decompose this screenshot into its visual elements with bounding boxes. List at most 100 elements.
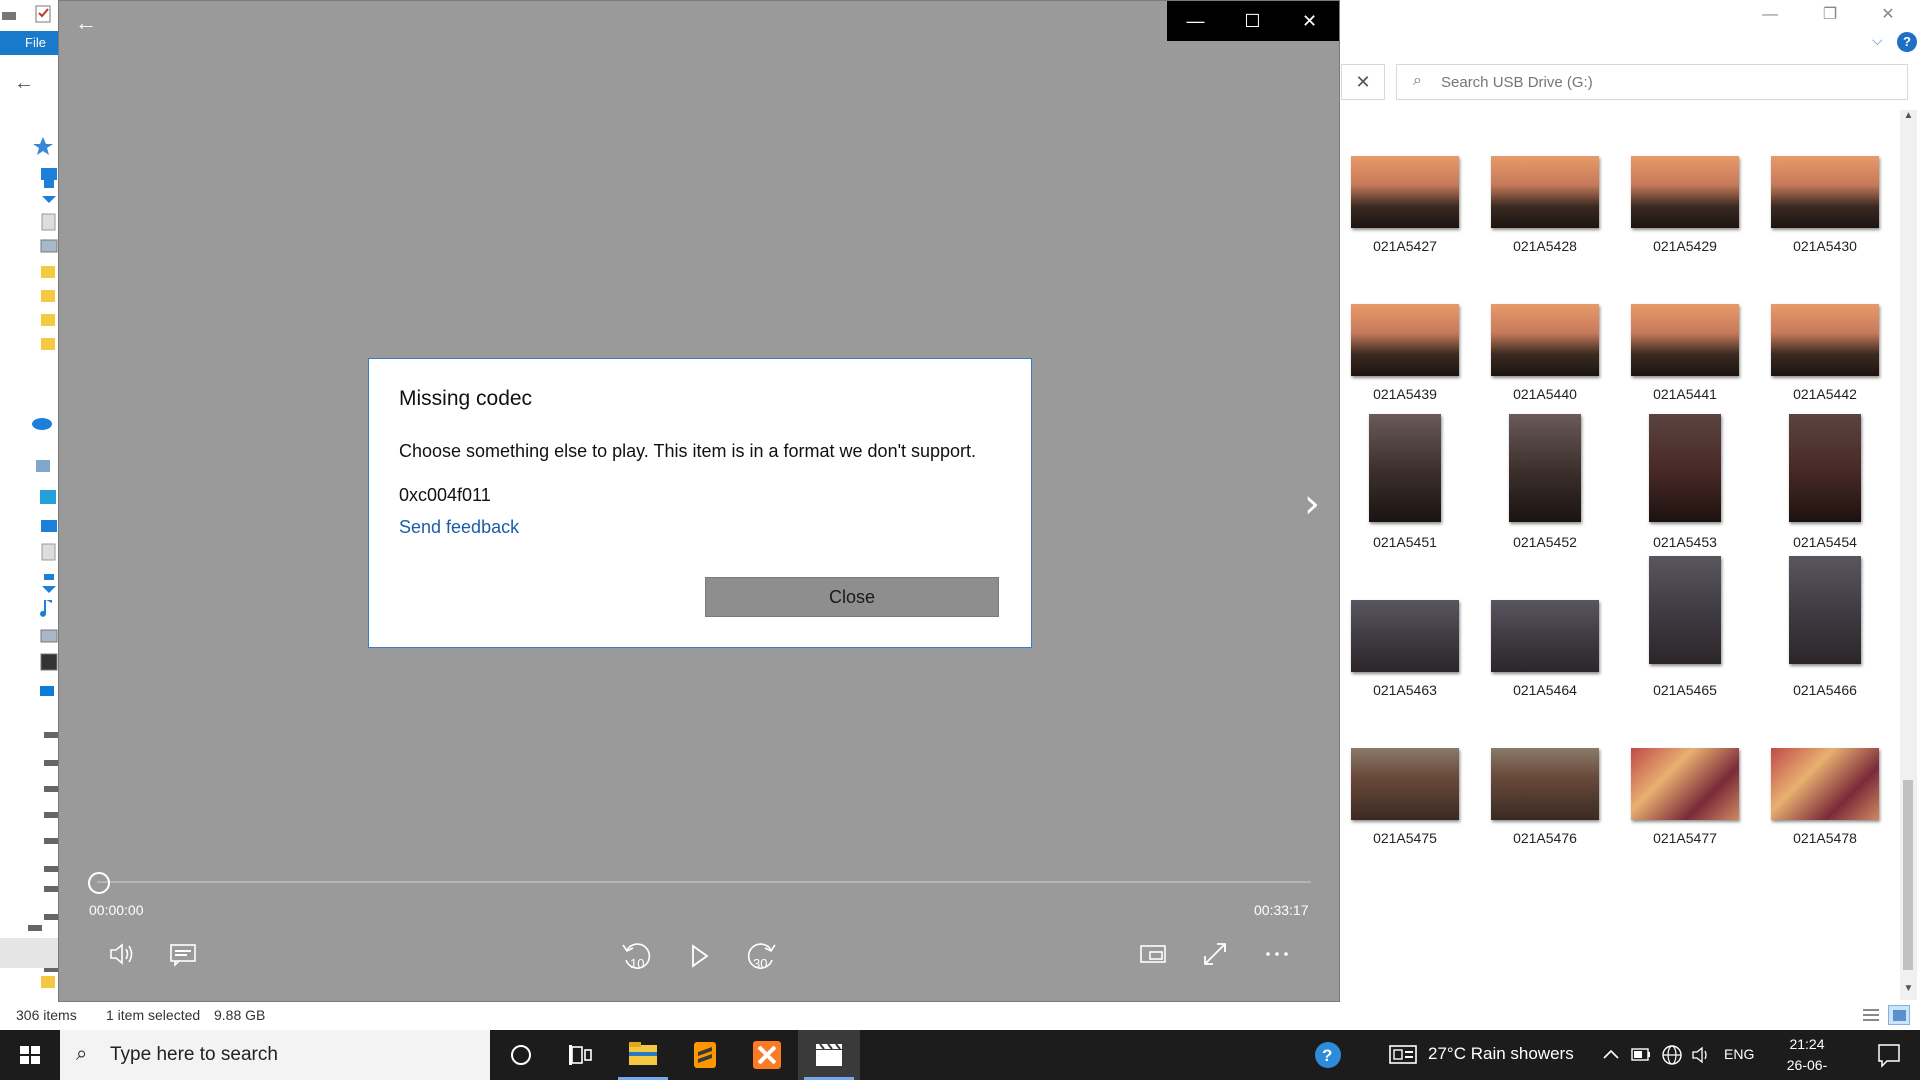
- status-bar: 306 items 1 item selected 9.88 GB: [0, 1003, 1920, 1027]
- volume-icon[interactable]: [103, 936, 139, 972]
- cortana-icon[interactable]: [490, 1030, 552, 1080]
- total-duration: 00:33:17: [1254, 902, 1309, 918]
- taskbar-clock[interactable]: 21:24 26-06-2021: [1772, 1034, 1842, 1080]
- navigation-pane[interactable]: [0, 130, 60, 1000]
- scrollbar-thumb[interactable]: [1903, 780, 1913, 970]
- thumbnail-image: [1369, 414, 1441, 522]
- large-icons-view-icon[interactable]: [1888, 1005, 1910, 1025]
- vertical-scrollbar[interactable]: ▲ ▼: [1900, 110, 1917, 1000]
- missing-codec-dialog: Missing codec Choose something else to p…: [368, 358, 1032, 648]
- thumbnail-caption: 021A5476: [1513, 830, 1577, 846]
- thumbnail-caption: 021A5454: [1793, 534, 1857, 550]
- thumbnail-caption: 021A5439: [1373, 386, 1437, 402]
- thumbnail-image: [1771, 748, 1879, 820]
- back-arrow-icon[interactable]: ←: [75, 10, 97, 36]
- thumbnail-caption: 021A5451: [1373, 534, 1437, 550]
- movies-tv-taskbar-icon[interactable]: [798, 1030, 860, 1080]
- weather-widget-icon[interactable]: [1386, 1030, 1420, 1080]
- movies-tv-player-window: ← — ☐ ✕ › Missing codec Choose something…: [58, 0, 1340, 1002]
- thumbnail-image: [1631, 304, 1739, 376]
- seek-bar[interactable]: [97, 881, 1311, 883]
- minimize-icon[interactable]: —: [1167, 1, 1224, 41]
- mini-view-icon[interactable]: [1135, 936, 1171, 972]
- network-globe-icon[interactable]: [1660, 1030, 1684, 1080]
- taskbar: ⌕ Type here to search ? 27°C Rain shower…: [0, 1030, 1920, 1080]
- thumbnail-image: [1631, 156, 1739, 228]
- close-icon[interactable]: ✕: [1281, 1, 1338, 41]
- thumbnail-caption: 021A5427: [1373, 238, 1437, 254]
- help-icon[interactable]: ?: [1300, 1030, 1356, 1080]
- xampp-icon[interactable]: [736, 1030, 798, 1080]
- task-view-icon[interactable]: [550, 1030, 612, 1080]
- fullscreen-icon[interactable]: [1197, 936, 1233, 972]
- taskbar-search-placeholder: Type here to search: [110, 1044, 278, 1065]
- skip-back-button[interactable]: 10: [617, 936, 657, 972]
- weather-text[interactable]: 27°C Rain showers: [1428, 1044, 1574, 1064]
- thumbnail-image: [1649, 414, 1721, 522]
- thumbnail-image: [1491, 304, 1599, 376]
- close-icon[interactable]: ✕: [1858, 0, 1918, 30]
- selection-info: 1 item selected: [106, 1007, 201, 1023]
- subtitles-icon[interactable]: [165, 936, 201, 972]
- search-icon: ⌕: [76, 1043, 88, 1065]
- search-box[interactable]: ⌕: [1396, 64, 1908, 100]
- thumbnail-caption: 021A5428: [1513, 238, 1577, 254]
- dialog-message: Choose something else to play. This item…: [399, 441, 977, 461]
- next-item-chevron-icon[interactable]: ›: [1304, 481, 1320, 527]
- play-icon[interactable]: [679, 936, 719, 972]
- file-explorer-taskbar-icon[interactable]: [612, 1030, 674, 1080]
- clock-time: 21:24: [1789, 1036, 1825, 1052]
- thumbnail-caption: 021A5463: [1373, 682, 1437, 698]
- clear-search-icon[interactable]: ✕: [1341, 64, 1385, 100]
- send-feedback-link[interactable]: Send feedback: [399, 517, 519, 538]
- thumbnail-caption: 021A5430: [1793, 238, 1857, 254]
- scroll-down-icon[interactable]: ▼: [1900, 983, 1917, 1000]
- thumbnail-caption: 021A5452: [1513, 534, 1577, 550]
- thumbnail-image: [1351, 304, 1459, 376]
- dialog-title: Missing codec: [399, 387, 533, 410]
- current-time: 00:00:00: [89, 902, 144, 918]
- scroll-up-icon[interactable]: ▲: [1900, 110, 1917, 127]
- thumbnail-image: [1491, 748, 1599, 820]
- more-options-icon[interactable]: [1259, 936, 1295, 972]
- back-arrow-icon[interactable]: ←: [14, 72, 34, 95]
- input-language[interactable]: ENG: [1724, 1046, 1754, 1062]
- chevron-up-icon[interactable]: [1600, 1030, 1622, 1080]
- battery-icon[interactable]: [1630, 1030, 1652, 1080]
- restore-icon[interactable]: ❐: [1800, 0, 1860, 30]
- thumbnail-caption: 021A5477: [1653, 830, 1717, 846]
- thumbnail-image: [1771, 304, 1879, 376]
- thumbnail-caption: 021A5440: [1513, 386, 1577, 402]
- thumbnail-image: [1351, 600, 1459, 672]
- thumbnail-image: [1789, 414, 1861, 522]
- search-input[interactable]: [1441, 71, 1881, 93]
- details-view-icon[interactable]: [1860, 1005, 1882, 1025]
- thumbnail-image: [1491, 156, 1599, 228]
- taskbar-search-box[interactable]: ⌕ Type here to search: [60, 1030, 490, 1080]
- item-count: 306 items: [16, 1007, 77, 1023]
- thumbnail-caption: 021A5441: [1653, 386, 1717, 402]
- action-center-icon[interactable]: [1862, 1030, 1916, 1080]
- sublime-text-icon[interactable]: [674, 1030, 736, 1080]
- help-icon[interactable]: ?: [1897, 32, 1917, 52]
- title-bar-controls: — ☐ ✕: [1167, 1, 1339, 41]
- thumbnail-image: [1631, 748, 1739, 820]
- dialog-close-button[interactable]: Close: [705, 577, 999, 617]
- search-icon: ⌕: [1413, 72, 1422, 89]
- skip-forward-button[interactable]: 30: [741, 936, 781, 972]
- seek-handle[interactable]: [88, 872, 110, 894]
- thumbnail-image: [1351, 748, 1459, 820]
- thumbnail-caption: 021A5466: [1793, 682, 1857, 698]
- chevron-down-icon[interactable]: ⌵: [1872, 32, 1883, 49]
- quick-access-toolbar: [0, 0, 60, 30]
- maximize-icon[interactable]: ☐: [1224, 1, 1281, 41]
- speaker-icon[interactable]: [1690, 1030, 1712, 1080]
- thumbnail-caption: 021A5453: [1653, 534, 1717, 550]
- windows-start-icon[interactable]: [0, 1030, 60, 1080]
- navigation-icons: [28, 137, 58, 988]
- skip-back-label: 10: [630, 956, 644, 971]
- thumbnail-image: [1509, 414, 1581, 522]
- minimize-icon[interactable]: —: [1740, 0, 1800, 30]
- thumbnail-image: [1491, 600, 1599, 672]
- nav-selected-row[interactable]: [0, 938, 60, 968]
